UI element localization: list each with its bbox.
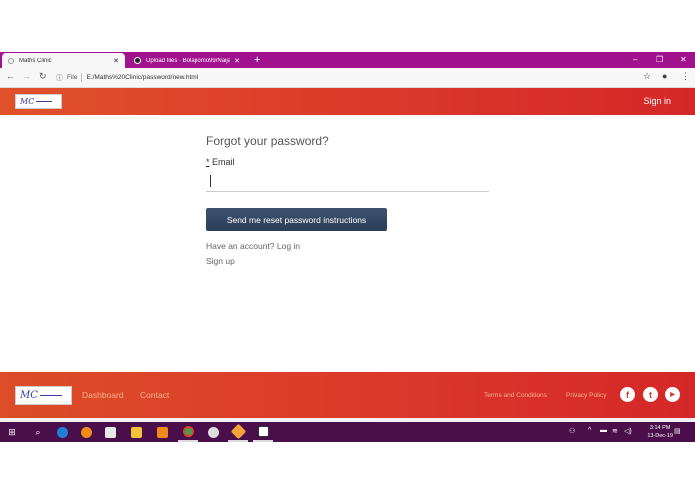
header-logo[interactable]: MC	[15, 94, 62, 109]
firefox-icon[interactable]	[78, 422, 94, 442]
logo-text: MC	[20, 97, 35, 106]
wifi-icon[interactable]: ≋	[612, 427, 618, 435]
login-link[interactable]: Have an account? Log in	[206, 241, 300, 251]
account-icon[interactable]: ●	[662, 71, 667, 81]
logo-underline	[39, 395, 62, 396]
signup-link[interactable]: Sign up	[206, 256, 235, 266]
back-icon[interactable]: ←	[6, 71, 15, 81]
edge-icon[interactable]	[54, 422, 70, 442]
taskbar: ⊞ ⌕ ⚇ ^ ▬ ≋ ◁) 3:14 PM 13-Dec-19 ▤	[0, 422, 695, 442]
youtube-icon[interactable]: ▶	[665, 387, 680, 402]
email-label: * Email	[206, 157, 235, 167]
star-icon[interactable]: ☆	[643, 71, 651, 82]
twitter-icon[interactable]: t	[643, 387, 658, 402]
new-tab-icon[interactable]: +	[254, 52, 260, 68]
reload-icon[interactable]: ↻	[39, 71, 47, 82]
sublime-icon[interactable]	[228, 422, 248, 442]
kebab-menu-icon[interactable]: ⋮	[681, 71, 690, 82]
url-field[interactable]: ⓘ File E:/Maths%20Clinic/password/new.ht…	[56, 70, 636, 85]
site-header: MC Sign in	[0, 88, 695, 115]
github-icon	[134, 57, 141, 64]
footer-contact-link[interactable]: Contact	[140, 390, 169, 400]
clock-time: 3:14 PM	[649, 425, 671, 431]
screen: Maths Clinic ✕ Upload files · Bolajiomo9…	[0, 0, 695, 494]
send-reset-instructions-button[interactable]: Send me reset password instructions	[206, 208, 387, 231]
close-tab-icon[interactable]: ✕	[113, 57, 119, 65]
address-bar: ← → ↻ ⓘ File E:/Maths%20Clinic/password/…	[0, 68, 695, 88]
minimize-icon[interactable]: –	[633, 52, 637, 68]
page-title: Forgot your password?	[206, 134, 329, 148]
close-window-icon[interactable]: ✕	[680, 52, 687, 68]
chrome-icon[interactable]	[178, 422, 198, 442]
info-icon[interactable]: ⓘ	[56, 73, 63, 83]
browser-tabstrip: Maths Clinic ✕ Upload files · Bolajiomo9…	[0, 52, 695, 68]
app-icon[interactable]	[153, 422, 171, 442]
battery-icon[interactable]: ▬	[600, 427, 607, 434]
url-separator	[81, 73, 83, 82]
clock[interactable]: 3:14 PM 13-Dec-19	[647, 424, 673, 440]
email-field[interactable]	[206, 172, 489, 192]
search-icon[interactable]: ⌕	[30, 422, 46, 442]
signin-link[interactable]: Sign in	[643, 96, 671, 106]
logo-text: MC	[20, 390, 38, 401]
windows-start-icon[interactable]: ⊞	[4, 422, 20, 442]
photos-icon[interactable]	[253, 422, 273, 442]
tab-label: Maths Clinic	[19, 57, 52, 64]
footer-terms-link[interactable]: Terms and Conditions	[484, 392, 547, 399]
chevron-up-icon[interactable]: ^	[588, 427, 591, 434]
mail-icon[interactable]	[102, 422, 118, 442]
tab-label: Upload files · Bolajiomo99/Naija	[146, 57, 231, 64]
file-explorer-icon[interactable]	[127, 422, 145, 442]
forward-icon[interactable]: →	[22, 71, 31, 81]
footer-privacy-link[interactable]: Privacy Policy	[566, 392, 606, 399]
facebook-icon[interactable]: f	[620, 387, 635, 402]
notifications-icon[interactable]: ▤	[674, 427, 681, 435]
logo-underline	[36, 101, 53, 102]
close-tab-icon[interactable]: ✕	[234, 57, 240, 65]
restore-icon[interactable]: ❐	[656, 52, 663, 68]
clock-date: 13-Dec-19	[647, 433, 673, 439]
volume-icon[interactable]: ◁)	[624, 427, 632, 435]
footer-dashboard-link[interactable]: Dashboard	[82, 390, 124, 400]
site-footer: MC Dashboard Contact Terms and Condition…	[0, 372, 695, 418]
text-cursor	[210, 175, 211, 187]
tab-maths-clinic[interactable]: Maths Clinic ✕	[2, 53, 125, 68]
footer-logo[interactable]: MC	[15, 386, 72, 405]
page-favicon-icon	[8, 57, 14, 64]
email-label-text: Email	[209, 157, 235, 167]
tab-upload-files[interactable]: Upload files · Bolajiomo99/Naija ✕	[128, 53, 246, 68]
people-icon[interactable]: ⚇	[569, 427, 575, 435]
url-scheme-label: File	[67, 74, 78, 81]
media-icon[interactable]	[204, 422, 222, 442]
url-text: E:/Maths%20Clinic/password/new.html	[86, 74, 199, 81]
